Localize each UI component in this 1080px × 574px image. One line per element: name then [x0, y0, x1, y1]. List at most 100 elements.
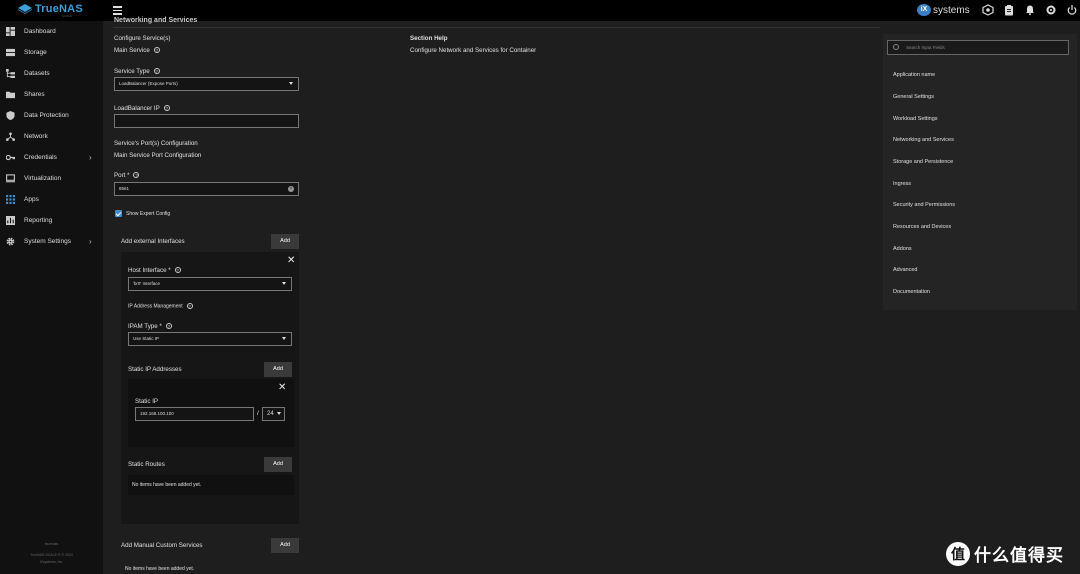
sidebar-item-network[interactable]: Network — [0, 126, 103, 147]
sidebar-item-storage[interactable]: Storage — [0, 42, 103, 63]
cidr-value: 24 — [267, 411, 274, 417]
nav-link-workload-settings[interactable]: Workload Settings — [893, 116, 938, 122]
ipam-type-select[interactable]: Use Static IP — [128, 332, 292, 346]
help-icon[interactable]: ? — [163, 105, 170, 112]
static-ip-input[interactable]: 192.168.100.100 — [135, 407, 254, 421]
nav-link-networking[interactable]: Networking and Services — [893, 137, 954, 143]
chevron-down-icon — [277, 412, 281, 415]
nav-link-advanced[interactable]: Advanced — [893, 267, 917, 273]
help-icon[interactable]: ? — [133, 172, 140, 179]
search-input[interactable]: Search Input Fields — [887, 40, 1069, 55]
cidr-select[interactable]: 24 — [262, 407, 285, 421]
port-value: 8561 — [119, 186, 130, 191]
add-manual-service-button[interactable]: Add — [271, 538, 299, 553]
sidebar-item-system-settings[interactable]: System Settings › — [0, 231, 103, 252]
no-items-text-2: No items have been added yet. — [125, 566, 195, 572]
sidebar-item-apps[interactable]: Apps — [0, 189, 103, 210]
sidebar-item-label: Storage — [24, 49, 47, 56]
sidebar-item-label: Data Protection — [24, 112, 69, 119]
hamburger-icon[interactable] — [113, 4, 122, 16]
chevron-right-icon: › — [89, 237, 92, 246]
sidebar-item-reporting[interactable]: Reporting — [0, 210, 103, 231]
add-interface-button[interactable]: Add — [271, 234, 299, 249]
nav-link-ingress[interactable]: Ingress — [893, 181, 911, 187]
manual-services-label: Add Manual Custom Services — [121, 542, 203, 549]
sidebar-item-label: System Settings — [24, 238, 71, 245]
nav-link-general-settings[interactable]: General Settings — [893, 94, 934, 100]
sidebar-item-shares[interactable]: Shares — [0, 84, 103, 105]
nav-link-documentation[interactable]: Documentation — [893, 289, 930, 295]
sidebar-item-label: Reporting — [24, 217, 53, 224]
help-icon[interactable]: ? — [153, 68, 160, 75]
chevron-right-icon: › — [89, 153, 92, 162]
monitor-icon — [6, 174, 15, 183]
section-nav-panel: Search Input Fields Application name Gen… — [883, 34, 1077, 310]
sidebar-item-label: Apps — [24, 196, 39, 203]
host-iface-label: Host Interface * — [128, 267, 171, 274]
service-type-value: LoadBalancer (Expose Ports) — [119, 81, 178, 86]
host-iface-value: 'br0' Interface — [133, 281, 160, 286]
chevron-down-icon — [282, 282, 286, 285]
ixsystems-logo[interactable]: iX systems — [917, 4, 970, 16]
main-service-heading: Main Service? — [114, 47, 160, 54]
watermark: 值 什么值得买 — [946, 541, 1064, 566]
static-routes-empty: No items have been added yet. — [128, 475, 294, 495]
chart-icon — [6, 216, 15, 225]
help-icon[interactable]: ? — [165, 323, 172, 330]
ext-interfaces-label: Add external Interfaces — [121, 238, 185, 245]
expert-config-checkbox[interactable] — [115, 210, 122, 217]
clear-icon[interactable]: × — [288, 186, 294, 192]
add-static-ip-button[interactable]: Add — [264, 362, 292, 377]
hostname: truenas — [44, 541, 59, 546]
watermark-badge: 值 — [946, 541, 970, 566]
storage-icon — [6, 48, 15, 57]
nav-link-resources[interactable]: Resources and Devices — [893, 224, 951, 230]
service-type-select[interactable]: LoadBalancer (Expose Ports) — [114, 77, 299, 91]
truenas-logo-icon — [18, 4, 32, 14]
truecommand-icon[interactable] — [982, 4, 994, 16]
sidebar-item-label: Datasets — [24, 70, 50, 77]
help-icon[interactable]: ? — [153, 47, 160, 54]
host-iface-heading: Host Interface *? — [128, 267, 181, 274]
sidebar-item-label: Virtualization — [24, 175, 62, 182]
nav-link-security[interactable]: Security and Permissions — [893, 202, 955, 208]
clipboard-icon[interactable] — [1003, 4, 1015, 16]
lb-ip-heading: LoadBalancer IP? — [114, 105, 170, 112]
sidebar-item-credentials[interactable]: Credentials › — [0, 147, 103, 168]
sidebar: Dashboard Storage Datasets Shares Data P… — [0, 21, 103, 574]
sidebar-item-dashboard[interactable]: Dashboard — [0, 21, 103, 42]
lb-ip-input[interactable] — [114, 114, 299, 128]
nav-link-application-name[interactable]: Application name — [893, 72, 935, 78]
add-static-route-button[interactable]: Add — [264, 457, 292, 472]
host-interface-select[interactable]: 'br0' Interface — [128, 277, 292, 291]
no-items-text: No items have been added yet. — [132, 482, 202, 488]
help-icon[interactable]: ? — [174, 267, 181, 274]
settings-icon[interactable] — [1045, 4, 1057, 16]
chevron-down-icon — [289, 82, 293, 85]
nav-link-storage[interactable]: Storage and Persistence — [893, 159, 953, 165]
ix-badge: iX — [917, 4, 931, 16]
main-service-label: Main Service — [114, 47, 150, 54]
close-icon[interactable]: ✕ — [278, 383, 286, 393]
version-text[interactable]: TrueNAS SCALE ® © 2024 — [0, 553, 103, 557]
ipam-type-heading: IPAM Type *? — [128, 323, 172, 330]
sidebar-item-datasets[interactable]: Datasets — [0, 63, 103, 84]
company-text: iXsystems, Inc. — [39, 560, 64, 564]
sidebar-item-label: Shares — [24, 91, 45, 98]
app-form-panel: Networking and Services Configure Servic… — [103, 17, 880, 574]
bell-icon[interactable] — [1024, 4, 1036, 16]
watermark-text: 什么值得买 — [974, 546, 1064, 565]
dashboard-icon — [6, 27, 15, 36]
static-ip-card: ✕ Static IP 192.168.100.100 / 24 — [128, 379, 294, 447]
close-icon[interactable]: ✕ — [287, 256, 295, 266]
nav-link-addons[interactable]: Addons — [893, 246, 912, 252]
sidebar-item-virtualization[interactable]: Virtualization — [0, 168, 103, 189]
cidr-separator: / — [257, 410, 259, 417]
power-icon[interactable] — [1066, 4, 1078, 16]
sidebar-item-label: Dashboard — [24, 28, 56, 35]
help-icon[interactable]: ? — [186, 303, 193, 309]
sidebar-item-data-protection[interactable]: Data Protection — [0, 105, 103, 126]
section-help-title: Section Help — [410, 35, 448, 42]
truenas-logo[interactable]: TrueNAS SCALE — [18, 3, 83, 18]
port-input[interactable]: 8561 × — [114, 182, 299, 196]
